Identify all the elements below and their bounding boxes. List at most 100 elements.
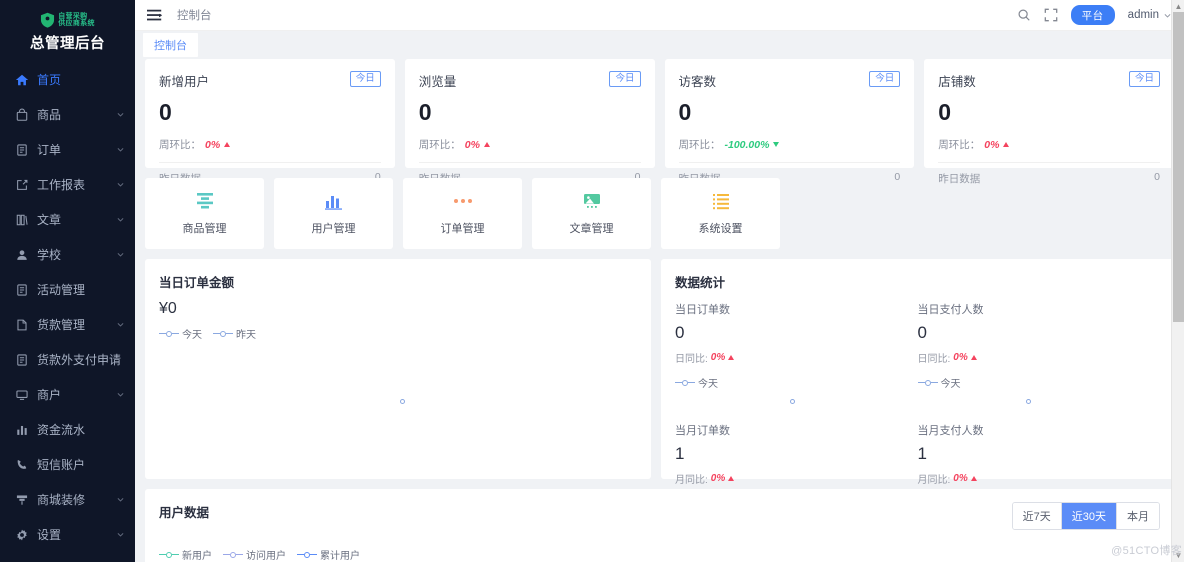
range-option-month[interactable]: 本月 <box>1117 503 1159 529</box>
stat-foot-label: 昨日数据 <box>938 173 981 185</box>
quick-action-goods-management[interactable]: 商品管理 <box>145 178 264 249</box>
stats-cell-monthly-orders: 当月订单数 1 月同比: 0% <box>675 422 918 486</box>
quick-action-user-management[interactable]: 用户管理 <box>274 178 393 249</box>
fullscreen-icon[interactable] <box>1044 8 1058 22</box>
trend-up-icon <box>728 476 735 481</box>
stat-value: 0 <box>159 99 172 125</box>
stat-trend-value: 0% <box>464 138 480 151</box>
sidebar-item-external-payment[interactable]: 货款外支付申请 <box>0 342 135 377</box>
quick-action-article-management[interactable]: 文章管理 <box>532 178 651 249</box>
chart-data-point <box>1026 399 1031 404</box>
range-option-30d[interactable]: 近30天 <box>1061 503 1117 529</box>
chevron-down-icon <box>117 533 124 537</box>
chevron-down-icon <box>117 113 124 117</box>
clipboard-icon <box>14 282 29 297</box>
quick-action-system-settings[interactable]: 系统设置 <box>661 178 780 249</box>
clipboard-icon <box>14 142 29 157</box>
legend-label: 累计用户 <box>320 551 360 562</box>
gear-icon <box>14 527 29 542</box>
sidebar-item-sms-account[interactable]: 短信账户 <box>0 447 135 482</box>
stat-badge-today[interactable]: 今日 <box>349 71 381 88</box>
user-menu[interactable]: admin <box>1128 9 1172 21</box>
stat-cards-row: 新增用户 今日 0 周环比： 0% 昨日数据 0 <box>145 59 1174 185</box>
sidebar-logo[interactable]: 自营采购 供应商系统 总管理后台 <box>0 0 135 58</box>
hamburger-icon[interactable] <box>147 9 163 22</box>
sidebar-item-label: 订单 <box>37 143 62 157</box>
legend-item[interactable]: 新用户 <box>159 547 212 562</box>
panel-title: 当日订单金额 <box>159 276 235 290</box>
sidebar-item-activity[interactable]: 活动管理 <box>0 272 135 307</box>
tab-console[interactable]: 控制台 <box>143 33 198 57</box>
stat-trend-value: 0% <box>984 138 1000 151</box>
dots-icon <box>452 191 474 211</box>
range-option-7d[interactable]: 近7天 <box>1012 503 1062 529</box>
quick-action-label: 用户管理 <box>311 223 356 235</box>
trend-down-icon <box>773 142 780 147</box>
sidebar-item-label: 学校 <box>37 248 62 262</box>
stat-foot-value: 0 <box>894 171 901 183</box>
legend-item[interactable]: 累计用户 <box>297 547 360 562</box>
scroll-up-arrow[interactable]: ▲ <box>1174 2 1183 11</box>
stat-trend-label: 周环比： <box>678 139 721 151</box>
legend-item[interactable]: 今天 <box>917 375 961 390</box>
sidebar-item-article[interactable]: 文章 <box>0 202 135 237</box>
legend-item[interactable]: 今天 <box>159 326 202 341</box>
stat-card-new-users: 新增用户 今日 0 周环比： 0% 昨日数据 0 <box>145 59 395 185</box>
stat-value: 0 <box>678 99 692 125</box>
stat-badge-today[interactable]: 今日 <box>869 71 901 88</box>
chevron-down-icon <box>117 323 124 327</box>
stats-cell-value: 1 <box>675 444 685 463</box>
stat-foot-value: 0 <box>1154 171 1160 183</box>
stat-trend-label: 周环比： <box>159 139 201 151</box>
stat-badge-today[interactable]: 今日 <box>609 71 641 88</box>
logo-line-2: 供应商系统 <box>58 20 95 27</box>
chart-data-point <box>400 399 405 404</box>
stats-cell-label: 当月支付人数 <box>917 425 984 437</box>
stats-trend-value: 0% <box>710 352 726 363</box>
sidebar-item-settings[interactable]: 设置 <box>0 517 135 552</box>
chart-legend: 今天 昨天 <box>159 326 637 341</box>
stats-trend-label: 月同比: <box>917 475 951 486</box>
legend-item[interactable]: 今天 <box>675 375 718 390</box>
stats-cell-trend: 月同比: 0% <box>918 471 1161 486</box>
sidebar-item-work-report[interactable]: 工作报表 <box>0 167 135 202</box>
sidebar-item-label: 文章 <box>37 213 62 227</box>
sidebar-item-mall-decoration[interactable]: 商城装修 <box>0 482 135 517</box>
main-area: 控制台 平台 admin 控制台 新增用户 今日 0 周环比： 0% 0 浏览量… <box>135 0 1184 562</box>
sidebar-item-payment-mgmt[interactable]: 货款管理 <box>0 307 135 342</box>
sidebar-item-merchant[interactable]: 商户 <box>0 377 135 412</box>
bag-icon <box>14 107 29 122</box>
sidebar-item-fund-flow[interactable]: 资金流水 <box>0 412 135 447</box>
stat-card-page-views: 浏览量 今日 0 周环比： 0% 昨日数据 0 <box>404 59 655 185</box>
sidebar-item-label: 资金流水 <box>37 423 86 437</box>
search-icon[interactable] <box>1017 8 1031 22</box>
scroll-down-arrow[interactable]: ▼ <box>1174 551 1183 560</box>
quick-actions-row: 商品管理 用户管理 订单管理 文章管理 系统设置 <box>145 178 1174 249</box>
quick-action-label: 系统设置 <box>698 223 743 235</box>
sidebar-item-order[interactable]: 订单 <box>0 132 135 167</box>
sidebar-item-maintenance[interactable]: 维护 <box>0 552 135 562</box>
platform-button[interactable]: 平台 <box>1070 5 1115 25</box>
monitor-icon <box>14 387 29 402</box>
sidebar-item-school[interactable]: 学校 <box>0 237 135 272</box>
trend-up-icon <box>224 142 231 147</box>
topbar-actions: 平台 admin <box>1017 5 1172 25</box>
legend-item[interactable]: 访问用户 <box>223 547 286 562</box>
sidebar-item-label: 首页 <box>37 73 62 87</box>
sidebar-item-home[interactable]: 首页 <box>0 62 135 97</box>
tabbar: 控制台 <box>135 31 1184 59</box>
quick-action-order-management[interactable]: 订单管理 <box>403 178 522 249</box>
stats-cell-label: 当日订单数 <box>675 304 730 316</box>
user-name: admin <box>1127 9 1159 21</box>
legend-item[interactable]: 昨天 <box>213 326 256 341</box>
logo-line-1: 自营采购 <box>58 12 88 20</box>
sidebar-item-goods[interactable]: 商品 <box>0 97 135 132</box>
browser-scrollbar[interactable]: ▲ ▼ <box>1171 0 1184 562</box>
user-data-panel: 用户数据 近7天 近30天 本月 新用户 访问用户 累计用户 <box>145 489 1174 562</box>
stats-cell-label: 当日支付人数 <box>917 304 984 316</box>
stat-trend-label: 周环比： <box>938 139 981 151</box>
book-icon <box>14 212 29 227</box>
browser-scrollbar-thumb[interactable] <box>1173 12 1184 322</box>
chevron-down-icon <box>117 498 124 502</box>
stat-badge-today[interactable]: 今日 <box>1128 71 1160 88</box>
